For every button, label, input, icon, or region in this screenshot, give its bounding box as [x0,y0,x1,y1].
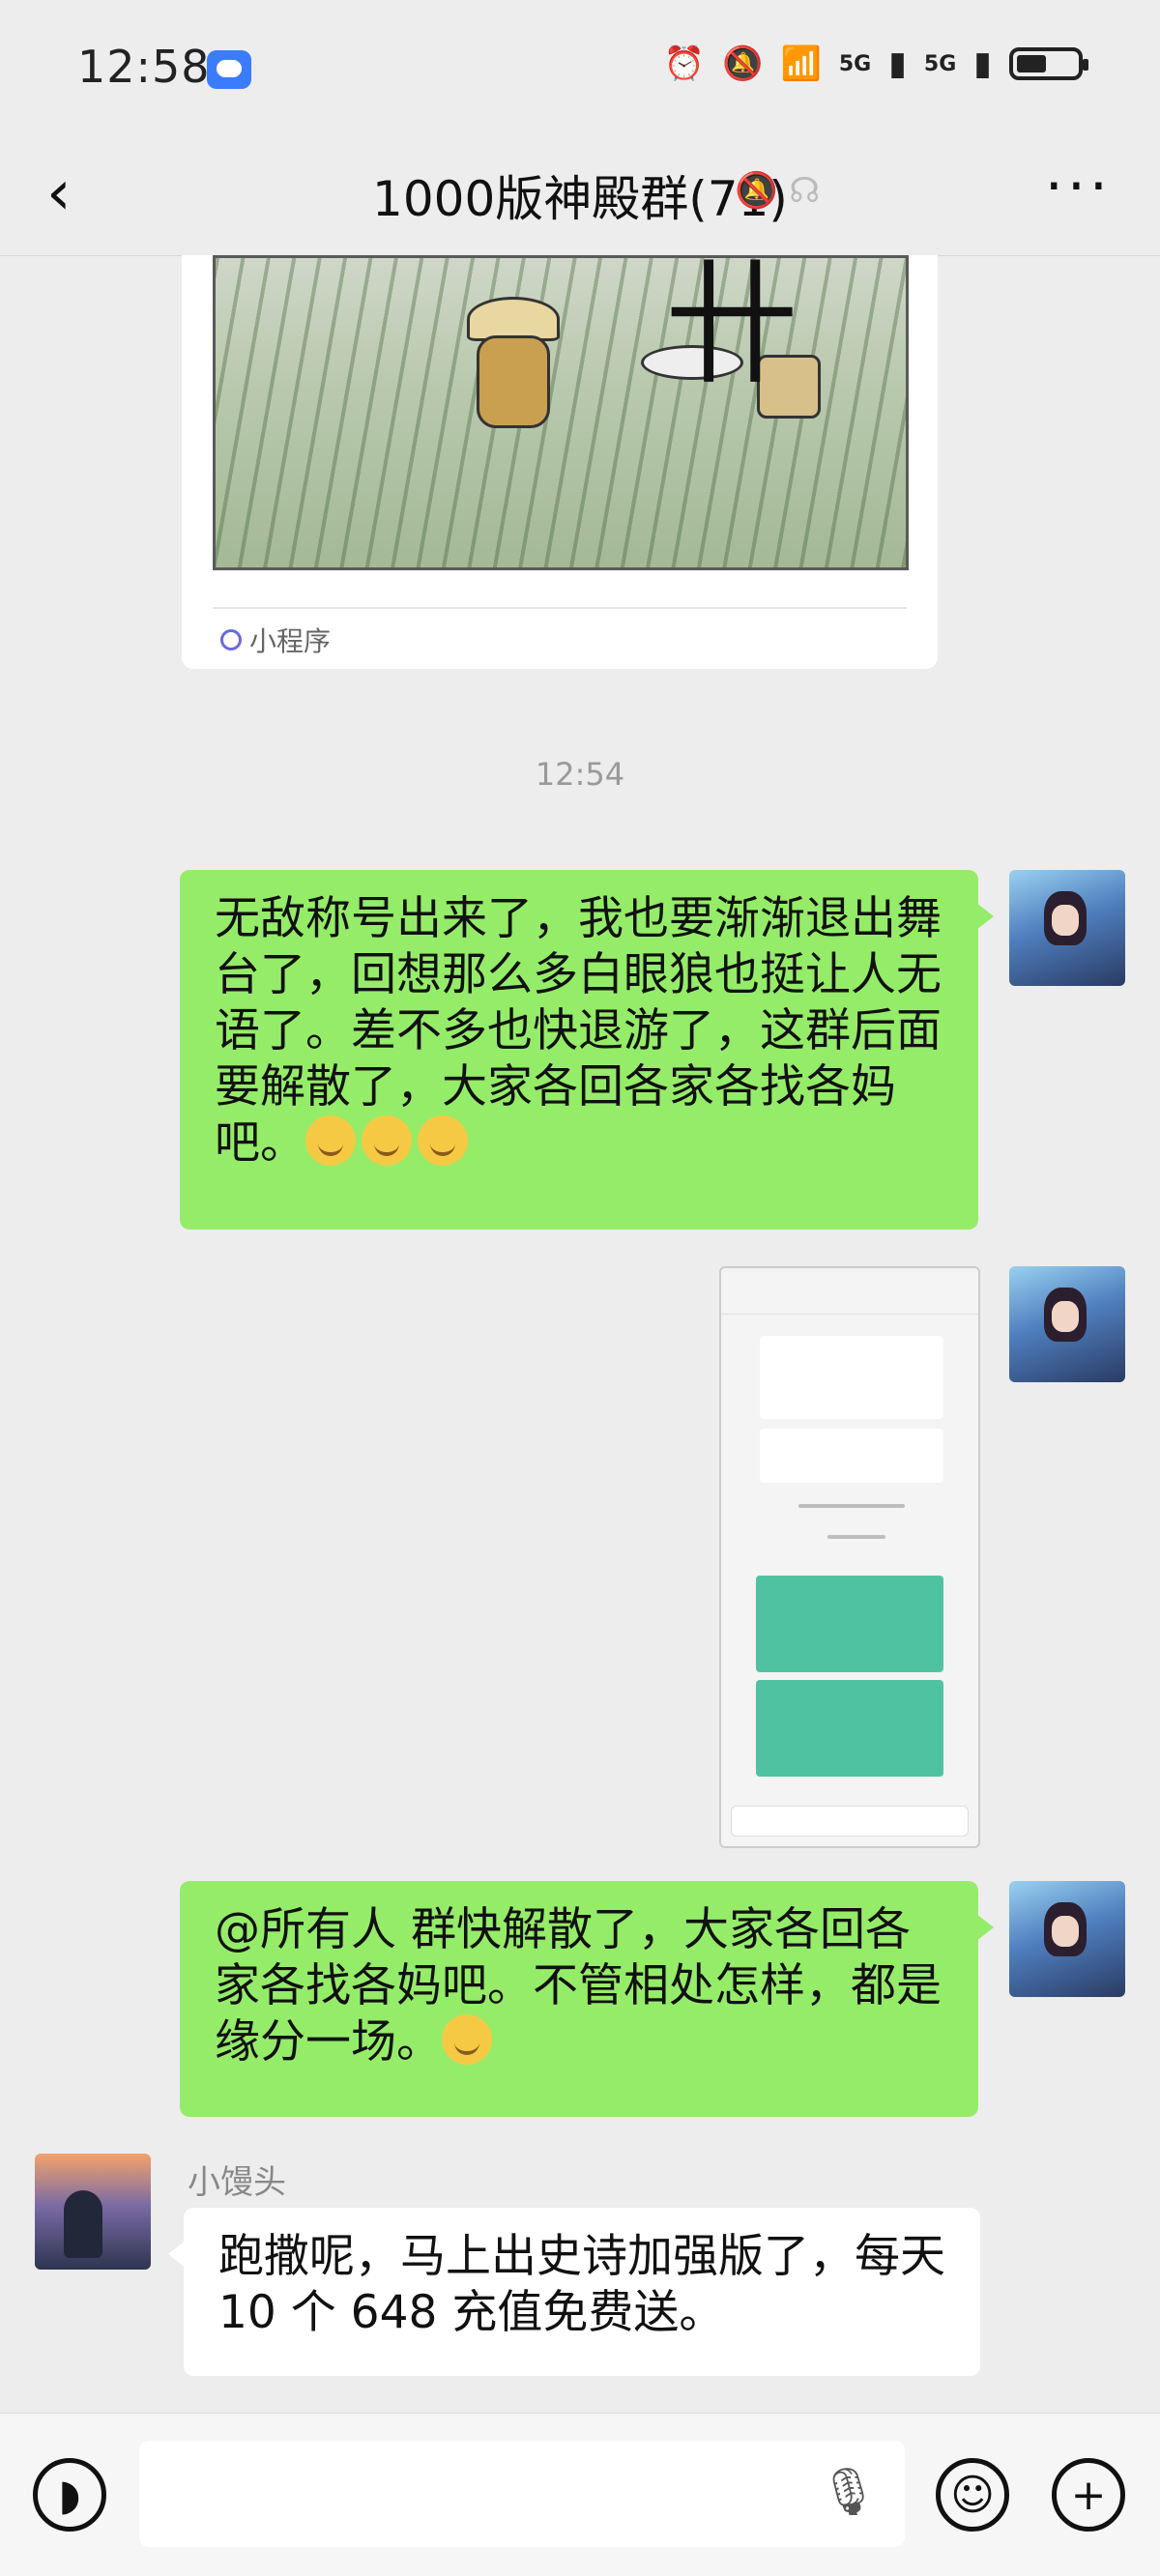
sender-name: 小馒头 [188,2163,286,2202]
message-bubble[interactable]: @所有人 群快解散了，大家各回各家各找各妈吧。不管相处怎样，都是缘分一场。 [180,1881,994,2117]
smile-emoji-icon [418,1115,468,1166]
message-text: 跑撒呢，马上出史诗加强版了，每天 10 个 648 充值免费送。 [218,2230,945,2339]
screenshot-image-message[interactable] [719,1266,980,1848]
voice-icon[interactable]: ◗ [33,2458,106,2532]
miniprogram-icon [220,629,242,651]
message-notification-icon [207,50,251,89]
my-avatar[interactable] [1009,870,1125,986]
mute-icon: 🔕 [722,44,764,83]
message-input[interactable]: 🎙 [139,2441,905,2547]
screenshot-header [721,1268,978,1315]
input-bar: ◗ 🎙 ☺ + [0,2413,1160,2576]
battery-icon [1009,47,1088,80]
smile-emoji-icon [362,1115,412,1166]
plus-icon[interactable]: + [1052,2458,1125,2532]
chat-title: 1000版神殿群(71) [372,171,788,227]
signal-label-1: 5G [838,51,872,76]
message-bubble[interactable]: 跑撒呢，马上出史诗加强版了，每天 10 个 648 充值免费送。 [168,2208,980,2376]
wifi-icon: 📶 [780,44,822,83]
divider [213,607,907,609]
chat-timestamp: 12:54 [535,756,625,793]
muted-notification-icon: 🔕 ☊ [735,171,821,211]
mic-icon[interactable]: 🎙 [819,2464,878,2519]
smile-emoji-icon [305,1115,356,1166]
miniprogram-source: 小程序 [220,621,331,659]
sender-avatar[interactable] [35,2154,151,2270]
my-avatar[interactable] [1009,1881,1125,1997]
miniprogram-label: 小程序 [249,625,332,657]
farmer-illustration [457,297,564,442]
more-button[interactable]: ··· [1045,153,1112,220]
signal-bars-2-icon: ▮ [973,44,992,83]
calligraphy-character: 卄 [663,255,799,404]
status-icons: ⏰ 🔕 📶 5G ▮ 5G ▮ [663,44,1088,83]
status-time: 12:58 [77,41,211,93]
signal-label-2: 5G [923,51,957,76]
smile-emoji-icon [442,2014,492,2065]
status-bar: 12:58 ⏰ 🔕 📶 5G ▮ 5G ▮ [0,0,1160,135]
signal-bars-1-icon: ▮ [888,44,907,83]
chat-header: ‹ 1000版神殿群(71) 🔕 ☊ ··· [0,135,1160,256]
miniprogram-card[interactable]: 卄 小程序 [182,255,938,669]
screenshot-input-bar [731,1806,969,1837]
message-text: @所有人 群快解散了，大家各回各家各找各妈吧。不管相处怎样，都是缘分一场。 [215,1903,942,2069]
miniprogram-cover-image: 卄 [213,255,909,570]
my-avatar[interactable] [1009,1266,1125,1382]
message-bubble[interactable]: 无敌称号出来了，我也要渐渐退出舞台了，回想那么多白眼狼也挺让人无语了。差不多也快… [180,870,994,1230]
alarm-icon: ⏰ [663,44,706,83]
emoji-icon[interactable]: ☺ [936,2458,1009,2532]
